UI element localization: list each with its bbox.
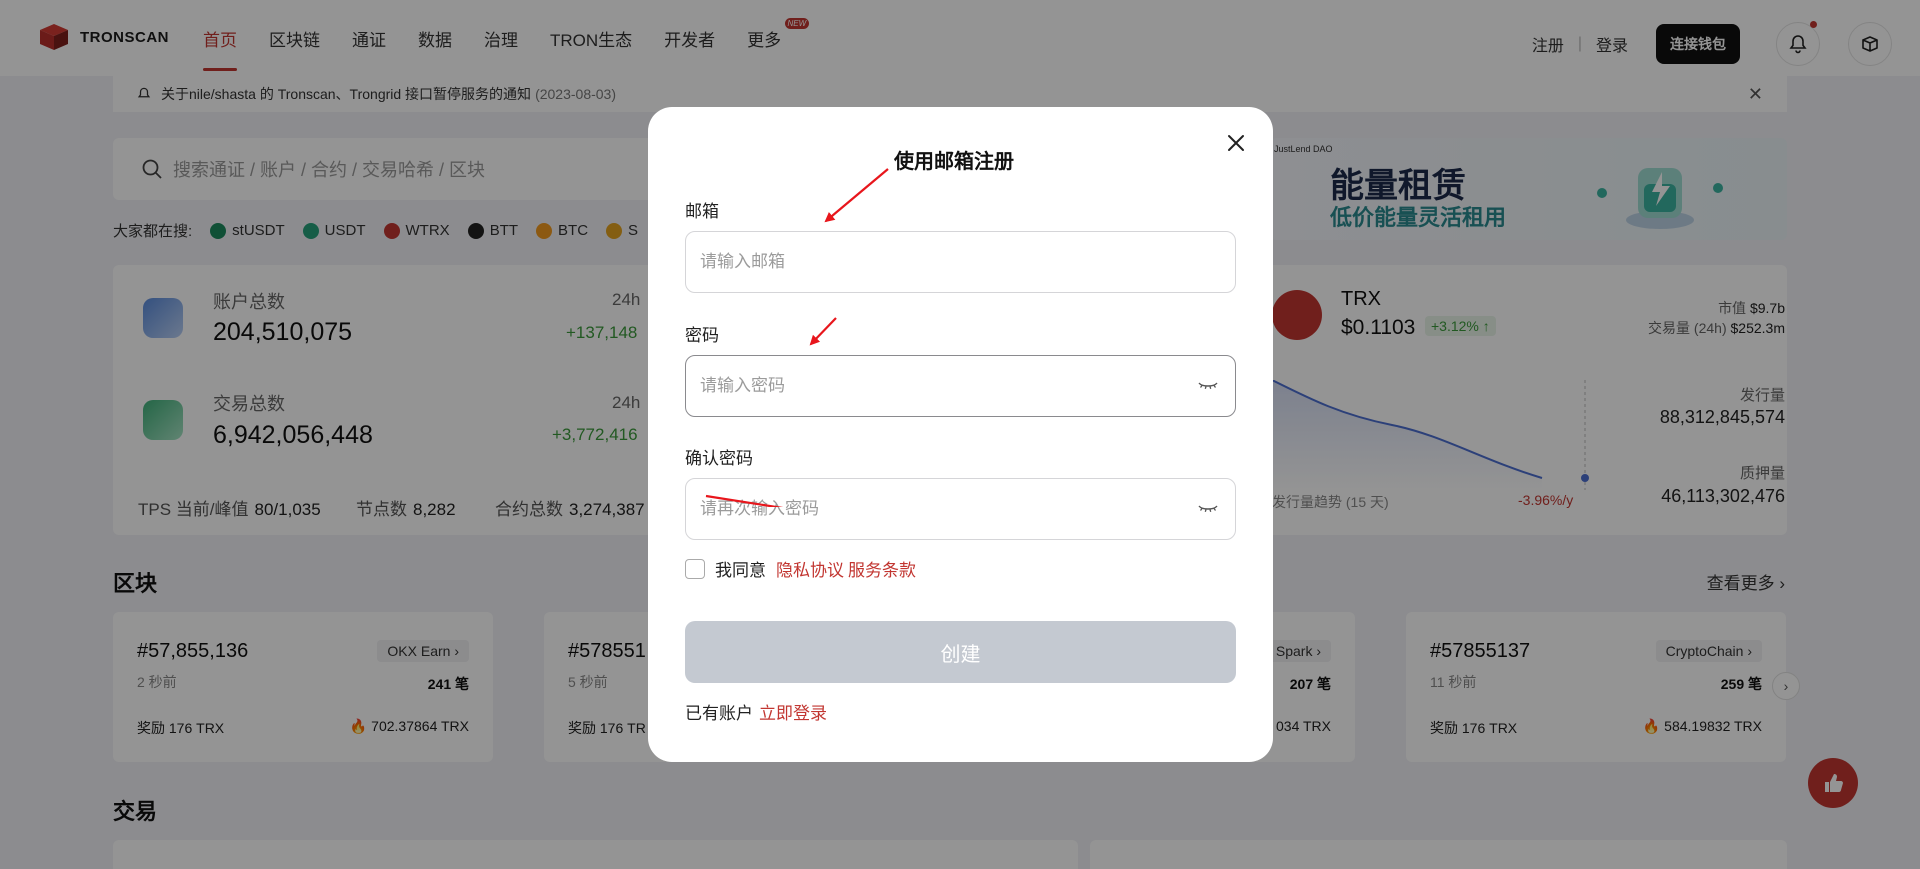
- red-annotation-arrow: [705, 494, 784, 507]
- agree-text: 我同意: [715, 561, 766, 580]
- have-account-row: 已有账户 立即登录: [685, 699, 827, 724]
- agree-checkbox[interactable]: [685, 558, 705, 579]
- create-account-button[interactable]: 创建: [685, 621, 1236, 683]
- agreement-row: 我同意 隐私协议 服务条款: [685, 556, 916, 581]
- register-modal: 使用邮箱注册 邮箱 密码 确认密码 我同意 隐私协议 服务条款 创建 已有账户立…: [648, 107, 1273, 762]
- red-annotation-arrows: [705, 168, 889, 507]
- login-now-link[interactable]: 立即登录: [759, 704, 827, 723]
- have-account-text: 已有账户: [685, 704, 753, 723]
- privacy-policy-link[interactable]: 隐私协议: [776, 556, 844, 581]
- red-annotation-arrow: [824, 168, 889, 223]
- terms-of-service-link[interactable]: 服务条款: [848, 556, 916, 581]
- red-annotation-arrow: [809, 317, 837, 346]
